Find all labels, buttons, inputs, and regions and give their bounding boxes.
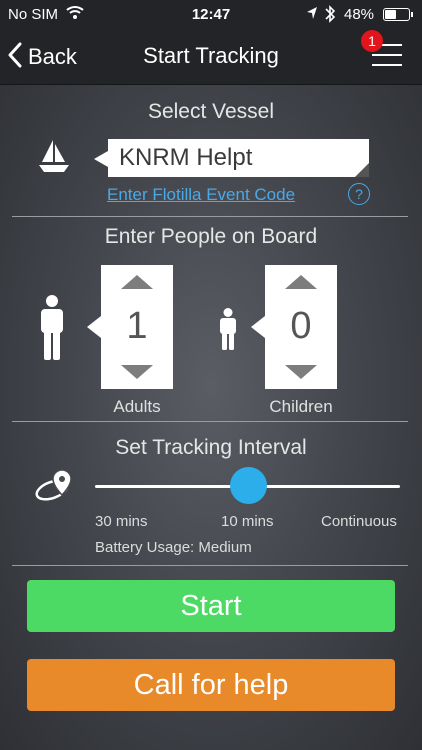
slider-thumb[interactable] [230, 467, 267, 504]
sailboat-icon [38, 138, 70, 179]
adults-stepper[interactable]: 1 [87, 265, 173, 389]
battery-icon [383, 8, 413, 21]
battery-percent: 48% [344, 6, 375, 23]
select-vessel-title: Select Vessel [147, 100, 275, 123]
divider [12, 421, 408, 422]
help-icon[interactable]: ? [348, 183, 370, 205]
adults-count: 1 [126, 305, 148, 347]
flotilla-event-code-link[interactable]: Enter Flotilla Event Code [107, 185, 295, 205]
notification-badge: 1 [361, 30, 383, 52]
interval-option-30-mins: 30 mins [95, 513, 148, 530]
children-increment-icon[interactable] [285, 275, 317, 289]
vessel-selected-value: KNRM Helpt [119, 144, 253, 171]
divider [12, 216, 408, 217]
adult-person-icon [38, 295, 66, 366]
navigation-bar: Back Start Tracking 1 [0, 30, 422, 85]
page-title: Start Tracking [143, 43, 279, 68]
interval-option-10-mins: 10 mins [221, 513, 274, 530]
tracking-interval-title: Set Tracking Interval [115, 436, 307, 459]
interval-option-continuous: Continuous [321, 513, 397, 530]
children-label: Children [269, 397, 333, 416]
adults-decrement-icon[interactable] [121, 365, 153, 379]
divider [12, 565, 408, 566]
bluetooth-icon [324, 4, 336, 28]
children-decrement-icon[interactable] [285, 365, 317, 379]
adults-label: Adults [113, 397, 161, 416]
children-stepper[interactable]: 0 [251, 265, 337, 389]
location-arrow-icon [306, 6, 318, 24]
battery-usage-text: Battery Usage: Medium [95, 539, 252, 556]
children-count: 0 [290, 305, 312, 347]
dropdown-corner-icon [355, 163, 369, 177]
start-button[interactable]: Start [27, 580, 395, 632]
tracking-location-icon [34, 468, 78, 509]
call-for-help-button[interactable]: Call for help [27, 659, 395, 711]
status-bar: No SIM 12:47 48% [0, 0, 422, 30]
child-person-icon [218, 308, 238, 355]
adults-increment-icon[interactable] [121, 275, 153, 289]
people-on-board-title: Enter People on Board [104, 225, 318, 248]
vessel-select[interactable]: KNRM Helpt [94, 139, 369, 177]
